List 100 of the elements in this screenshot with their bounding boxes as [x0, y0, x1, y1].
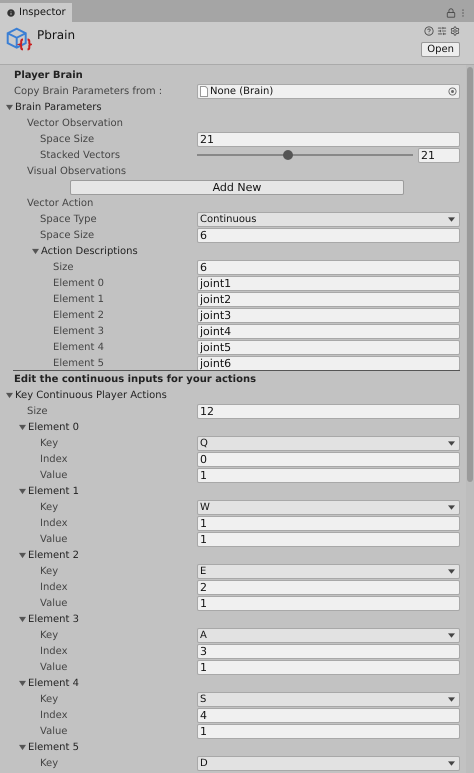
foldout-arrow-icon[interactable] [19, 616, 26, 622]
field-label: Element 3 [53, 326, 104, 336]
text-field[interactable]: joint2 [197, 292, 460, 306]
field-label: Value [40, 726, 68, 736]
field-label: Size [27, 406, 48, 416]
text-field[interactable]: joint6 [197, 356, 460, 370]
field-label: Key [40, 630, 58, 640]
dropdown-arrow-icon [448, 760, 455, 766]
dropdown[interactable]: Q [197, 436, 460, 450]
slider-thumb[interactable] [282, 150, 293, 160]
foldout-arrow-icon[interactable] [6, 104, 13, 110]
field-label: Size [53, 262, 74, 272]
foldout-label[interactable]: Key Continuous Player Actions [15, 388, 167, 402]
field-label: Value [40, 598, 68, 608]
dropdown-arrow-icon [448, 696, 455, 702]
field-label: Space Size [40, 230, 94, 240]
text-field[interactable]: 12 [197, 404, 460, 418]
field-label: Space Type [40, 214, 97, 224]
foldout-arrow-icon[interactable] [19, 552, 26, 558]
field-label: Index [40, 518, 68, 528]
foldout-label[interactable]: Element 2 [28, 548, 79, 562]
dropdown[interactable]: A [197, 628, 460, 642]
text-field[interactable]: 1 [197, 532, 460, 546]
text-field[interactable]: 2 [197, 580, 460, 594]
field-label: Index [40, 710, 68, 720]
text-field[interactable]: 1 [197, 724, 460, 738]
text-field[interactable]: 4 [197, 708, 460, 722]
open-button[interactable]: Open [421, 42, 460, 57]
foldout-label[interactable]: Element 1 [28, 484, 79, 498]
settings-icon[interactable] [450, 26, 460, 36]
text-field[interactable]: joint5 [197, 340, 460, 354]
text-field[interactable]: 3 [197, 644, 460, 658]
foldout-arrow-icon[interactable] [19, 424, 26, 430]
field-label: Space Size [40, 134, 94, 144]
foldout-label[interactable]: Action Descriptions [41, 244, 138, 258]
foldout-arrow-icon[interactable] [19, 680, 26, 686]
text-field[interactable]: 21 [197, 132, 460, 146]
field-label: Stacked Vectors [40, 150, 120, 160]
info-icon [6, 8, 16, 18]
dropdown[interactable]: E [197, 564, 460, 578]
text-field[interactable]: 1 [197, 596, 460, 610]
dropdown[interactable]: S [197, 692, 460, 706]
field-label: Element 4 [53, 342, 104, 352]
foldout-arrow-icon[interactable] [19, 744, 26, 750]
field-label: Vector Observation [27, 116, 123, 130]
field-label: Key [40, 438, 58, 448]
object-field[interactable]: None (Brain) [197, 84, 460, 98]
dropdown[interactable]: D [197, 756, 460, 770]
foldout-label[interactable]: Element 5 [28, 740, 79, 754]
dropdown[interactable]: W [197, 500, 460, 514]
field-label: Value [40, 534, 68, 544]
foldout-arrow-icon[interactable] [19, 488, 26, 494]
foldout-label[interactable]: Brain Parameters [15, 100, 102, 114]
dropdown-arrow-icon [448, 216, 455, 222]
dropdown-arrow-icon [448, 440, 455, 446]
field-label: Index [40, 646, 68, 656]
text-field[interactable]: joint3 [197, 308, 460, 322]
text-field[interactable]: joint4 [197, 324, 460, 338]
text-field[interactable]: joint1 [197, 276, 460, 290]
text-field[interactable]: 1 [197, 468, 460, 482]
field-label: Visual Observations [27, 164, 126, 178]
dropdown-arrow-icon [448, 504, 455, 510]
foldout-arrow-icon[interactable] [6, 392, 13, 398]
text-field[interactable]: 1 [197, 516, 460, 530]
script-cube-icon [5, 26, 32, 53]
dropdown[interactable]: Continuous [197, 212, 460, 226]
number-field[interactable]: 21 [418, 148, 460, 162]
inspector-tab[interactable]: Inspector [0, 3, 72, 22]
lock-icon[interactable] [446, 8, 456, 18]
foldout-label[interactable]: Element 3 [28, 612, 79, 626]
foldout-label[interactable]: Element 0 [28, 420, 79, 434]
field-label: Player Brain [14, 68, 83, 82]
asset-name: Pbrain [37, 27, 76, 44]
add-new-button[interactable]: Add New [70, 180, 404, 194]
field-label: Copy Brain Parameters from : [14, 86, 162, 96]
field-label: Element 1 [53, 294, 104, 304]
field-label: Index [40, 582, 68, 592]
field-label: Key [40, 566, 58, 576]
field-label: Value [40, 662, 68, 672]
sliders-icon[interactable] [437, 26, 447, 36]
dropdown-arrow-icon [448, 568, 455, 574]
field-label: Index [40, 454, 68, 464]
field-label: Vector Action [27, 196, 94, 210]
field-label: Edit the continuous inputs for your actions [14, 372, 256, 386]
field-label: Key [40, 694, 58, 704]
field-label: Key [40, 502, 58, 512]
field-label: Element 2 [53, 310, 104, 320]
text-field[interactable]: 0 [197, 452, 460, 466]
field-label: Value [40, 470, 68, 480]
foldout-label[interactable]: Element 4 [28, 676, 79, 690]
field-label: Element 0 [53, 278, 104, 288]
foldout-arrow-icon[interactable] [32, 248, 39, 254]
dropdown-arrow-icon [448, 632, 455, 638]
text-field[interactable]: 1 [197, 660, 460, 674]
help-icon[interactable] [424, 26, 434, 36]
file-icon [200, 86, 208, 96]
text-field[interactable]: 6 [197, 228, 460, 242]
field-label: Key [40, 758, 58, 768]
text-field[interactable]: 6 [197, 260, 460, 274]
target-icon[interactable] [448, 86, 457, 96]
